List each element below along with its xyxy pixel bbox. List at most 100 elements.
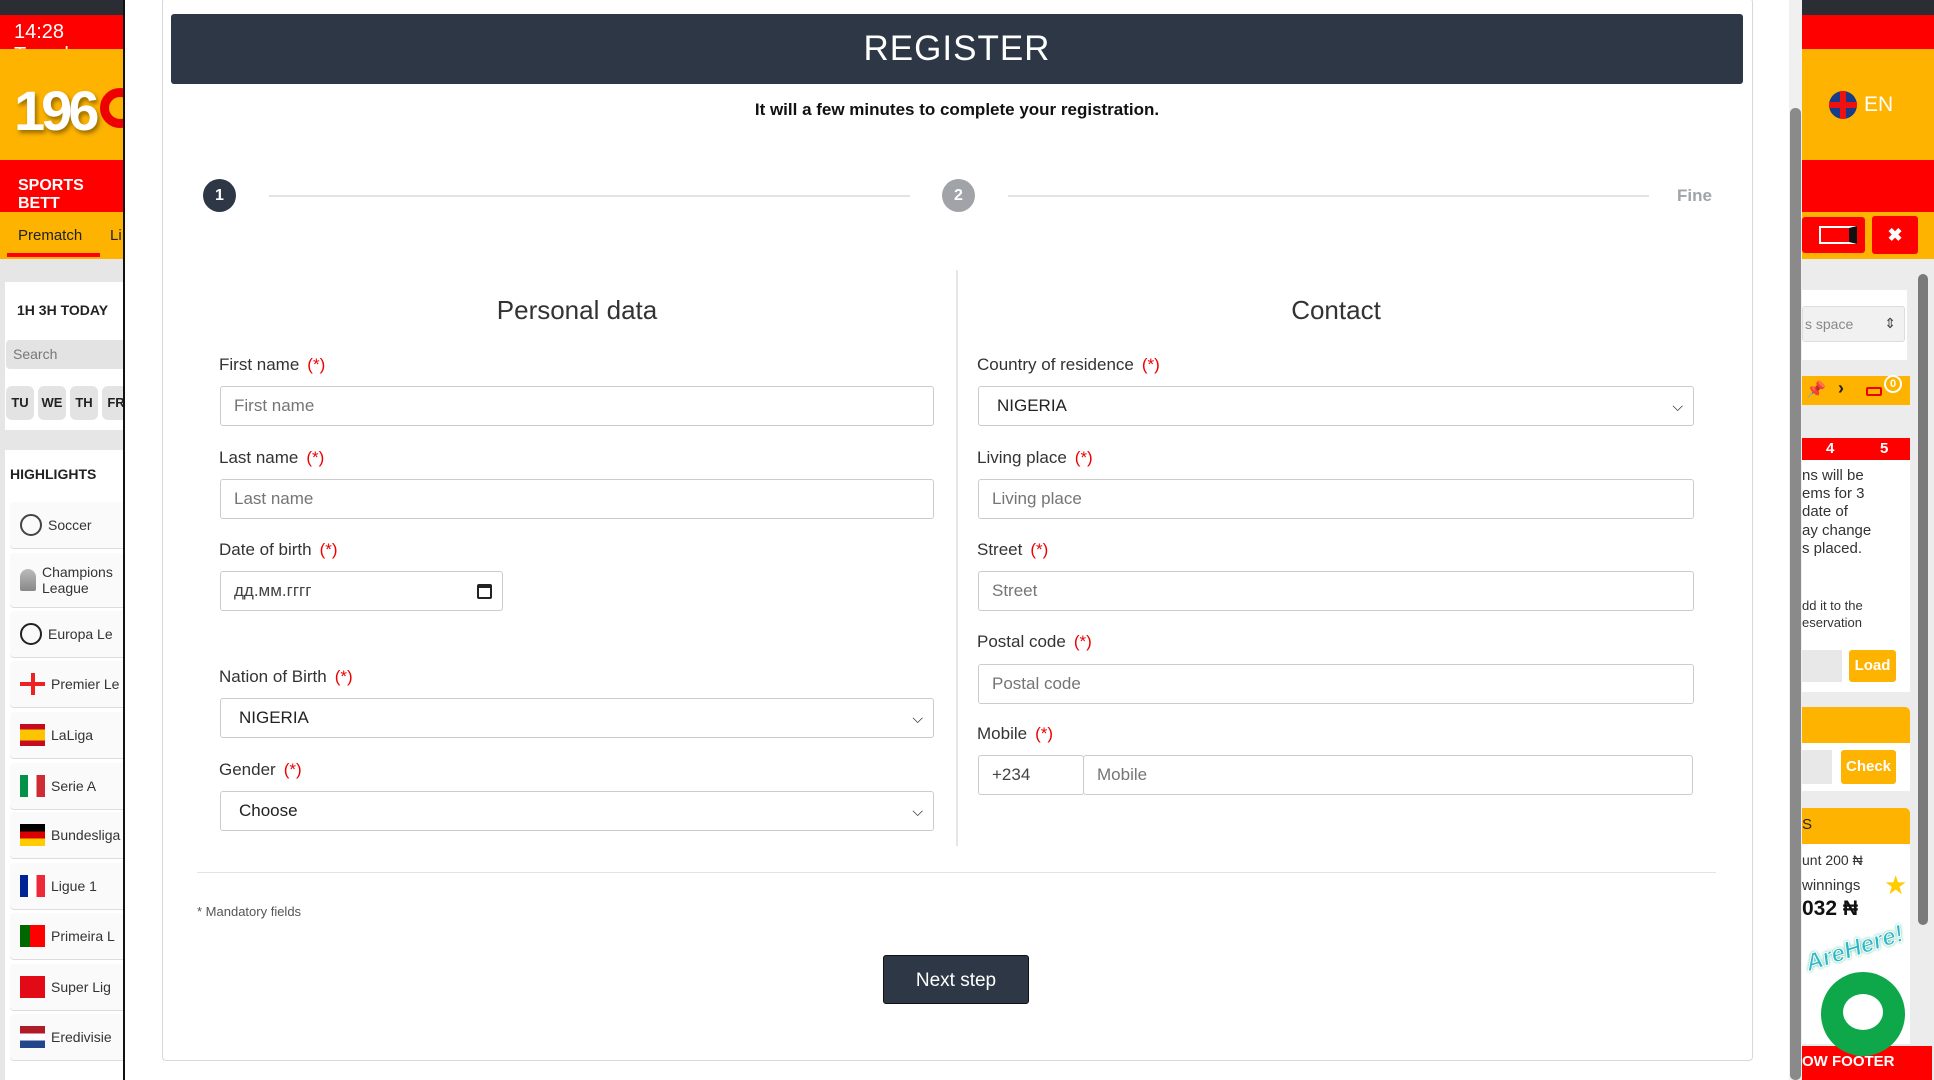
turkey-flag-icon xyxy=(20,976,45,998)
layout-toggle-button[interactable] xyxy=(1802,217,1865,253)
highlight-label: Soccer xyxy=(48,517,92,533)
highlight-europa-league[interactable]: Europa Le xyxy=(10,611,123,657)
winnings-label: winnings xyxy=(1802,877,1861,894)
top-red-bar xyxy=(1802,15,1934,49)
nation-of-birth-label: Nation of Birth (*) xyxy=(219,667,353,686)
site-logo[interactable]: 196 xyxy=(14,78,99,143)
selected-value: Choose xyxy=(239,801,298,820)
active-tab-indicator xyxy=(7,253,100,257)
time-filters[interactable]: 1H 3H TODAY xyxy=(17,302,108,318)
date-of-birth-input[interactable]: дд.мм.гггг xyxy=(220,571,503,611)
living-place-input[interactable] xyxy=(978,479,1694,519)
reservation-input[interactable] xyxy=(1802,650,1842,682)
contact-title: Contact xyxy=(1291,295,1381,325)
highlight-primeira-liga[interactable]: Primeira L xyxy=(10,913,123,959)
tab-prematch[interactable]: Prematch xyxy=(18,227,82,244)
street-input[interactable] xyxy=(978,571,1694,611)
tab-live[interactable]: Li xyxy=(110,227,122,244)
day-fr[interactable]: FR xyxy=(102,386,123,420)
column-divider xyxy=(956,270,958,846)
highlight-serie-a[interactable]: Serie A xyxy=(10,763,123,809)
menu-bar xyxy=(1802,160,1934,212)
mobile-label: Mobile (*) xyxy=(977,724,1054,743)
europa-trophy-icon xyxy=(20,623,42,645)
highlight-ligue-1[interactable]: Ligue 1 xyxy=(10,863,123,909)
ticket-icon[interactable] xyxy=(1866,387,1882,396)
spain-flag-icon xyxy=(20,724,45,746)
highlight-premier-league[interactable]: Premier Le xyxy=(10,661,123,707)
chevron-right-icon[interactable]: › xyxy=(1838,378,1844,399)
highlight-label: Serie A xyxy=(51,778,97,794)
betslip-scrollbar[interactable] xyxy=(1918,274,1928,925)
language-selector[interactable]: EN xyxy=(1864,93,1893,117)
day-we[interactable]: WE xyxy=(38,386,66,420)
chat-bubble-icon xyxy=(1843,994,1883,1030)
day-th[interactable]: TH xyxy=(70,386,98,420)
step-final-label: Fine xyxy=(1677,186,1712,205)
highlight-champions-league[interactable]: Champions League xyxy=(10,553,123,607)
highlight-bundesliga[interactable]: Bundesliga xyxy=(10,812,123,858)
load-button[interactable]: Load xyxy=(1849,650,1896,682)
layout-icon xyxy=(1819,226,1857,244)
uk-flag-icon[interactable] xyxy=(1829,91,1857,119)
show-footer-label[interactable]: OW FOOTER xyxy=(1802,1053,1895,1070)
highlight-laliga[interactable]: LaLiga xyxy=(10,712,123,758)
chat-button[interactable] xyxy=(1821,972,1905,1056)
street-label: Street (*) xyxy=(977,540,1049,559)
highlight-label: Europa Le xyxy=(48,626,113,642)
first-name-input[interactable] xyxy=(220,386,934,426)
form-divider xyxy=(197,872,1716,873)
highlight-label: Bundesliga xyxy=(51,827,121,843)
highlight-super-lig[interactable]: Super Lig xyxy=(10,964,123,1010)
star-icon: ★ xyxy=(1884,870,1908,900)
calendar-icon[interactable] xyxy=(477,583,492,599)
netherlands-flag-icon xyxy=(20,1026,45,1048)
chevron-down-icon: ⌵ xyxy=(912,710,923,726)
highlight-label: Premier Le xyxy=(51,676,120,692)
highlight-label: Champions League xyxy=(42,564,113,596)
germany-flag-icon xyxy=(20,824,45,846)
chevron-down-icon: ⌵ xyxy=(1672,398,1683,414)
check-button[interactable]: Check xyxy=(1841,750,1896,784)
highlights-title: HIGHLIGHTS xyxy=(10,466,97,482)
highlight-soccer[interactable]: Soccer xyxy=(10,502,123,548)
sidebar-search-input[interactable]: Search xyxy=(6,340,123,369)
highlight-label: Primeira L xyxy=(51,928,115,944)
highlight-label: LaLiga xyxy=(51,727,94,743)
next-step-button[interactable]: Next step xyxy=(883,955,1029,1004)
country-select[interactable]: NIGERIA ⌵ xyxy=(978,386,1694,426)
last-name-input[interactable] xyxy=(220,479,934,519)
step-2-indicator: 2 xyxy=(942,179,975,212)
fullscreen-icon: ✖ xyxy=(1887,225,1903,245)
info-line: date of xyxy=(1802,503,1848,520)
pin-icon[interactable]: 📌 xyxy=(1806,380,1826,400)
tab-5[interactable]: 5 xyxy=(1880,440,1888,457)
chevron-down-icon: ⌵ xyxy=(912,803,923,819)
fullscreen-button[interactable]: ✖ xyxy=(1872,216,1918,254)
gender-select[interactable]: Choose ⌵ xyxy=(220,791,934,831)
france-flag-icon xyxy=(20,875,45,897)
day-tu[interactable]: TU xyxy=(6,386,34,420)
soccer-ball-icon xyxy=(20,514,42,536)
top-strip xyxy=(0,0,123,15)
selected-value: NIGERIA xyxy=(997,396,1067,415)
highlight-label: Ligue 1 xyxy=(51,878,97,894)
menu-sports-betting[interactable]: SPORTS BETT xyxy=(18,177,123,213)
nation-of-birth-select[interactable]: NIGERIA ⌵ xyxy=(220,698,934,738)
postal-code-input[interactable] xyxy=(978,664,1694,704)
gender-label: Gender (*) xyxy=(219,760,302,779)
mobile-prefix[interactable]: +234 xyxy=(978,755,1084,795)
reserve-line: dd it to the xyxy=(1802,598,1863,613)
check-input[interactable] xyxy=(1802,750,1832,784)
highlight-eredivisie[interactable]: Eredivisie xyxy=(10,1014,123,1060)
modal-scrollbar-thumb[interactable] xyxy=(1790,108,1801,1080)
date-of-birth-label: Date of birth (*) xyxy=(219,540,338,559)
winnings-value: 032 ₦ xyxy=(1802,897,1859,920)
personal-data-title: Personal data xyxy=(496,295,658,325)
date-placeholder: дд.мм.гггг xyxy=(234,581,312,600)
postal-code-label: Postal code (*) xyxy=(977,632,1092,651)
tab-4[interactable]: 4 xyxy=(1826,440,1834,457)
mobile-input[interactable] xyxy=(1083,755,1693,795)
space-select[interactable]: s space ⇕ xyxy=(1802,306,1905,342)
modal-title: REGISTER xyxy=(171,14,1743,84)
